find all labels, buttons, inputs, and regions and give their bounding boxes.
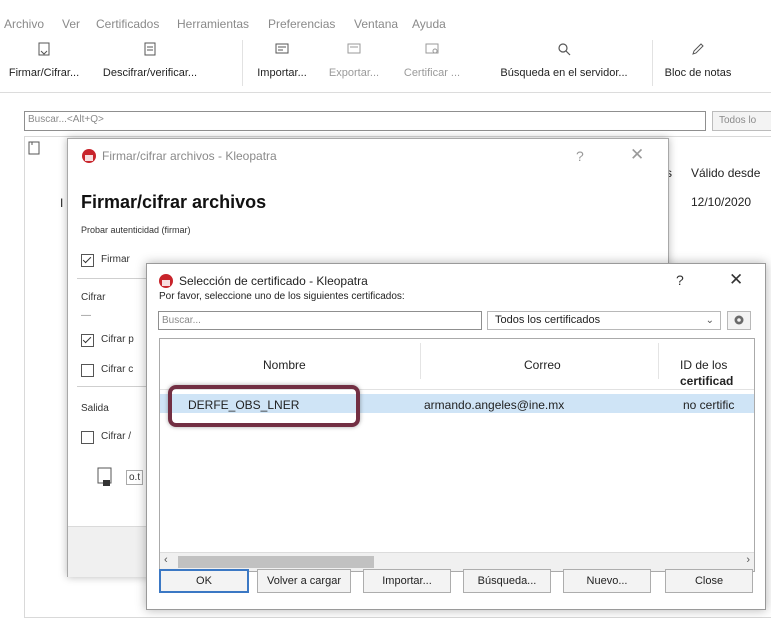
export-button[interactable]: Exportar... [318,34,390,92]
encrypt-other-label: Cifrar c [101,364,134,375]
search-icon [558,43,571,56]
main-filter-select[interactable]: Todos lo [712,111,771,131]
output-checkbox[interactable] [81,431,94,444]
configure-button[interactable] [727,311,751,330]
encrypt-section-label: Cifrar [81,292,106,303]
certificate-selection-dialog: Selección de certificado - Kleopatra ? ✕… [146,263,766,610]
main-search-input[interactable] [24,111,706,131]
certificate-search-placeholder: Buscar... [162,315,201,326]
certificate-filter-select[interactable]: Todos los certificados ⌄ [487,311,721,330]
column-id-sub: certificad [680,374,734,388]
output-file-field[interactable]: o.t [126,470,144,485]
certificate-table[interactable]: Nombre Correo ID de los certificad DERFE… [159,338,755,572]
output-checkbox-label: Cifrar / [101,431,131,442]
help-icon[interactable]: ? [576,148,584,164]
menu-bar: Archivo Ver Certificados Herramientas Pr… [0,0,771,35]
export-label: Exportar... [328,67,380,79]
column-id[interactable]: ID de los [680,358,727,372]
new-button[interactable]: Nuevo... [563,569,651,593]
toolbar-separator [242,40,243,86]
row-fragment: I [60,196,64,210]
ok-button[interactable]: OK [159,569,249,593]
close-icon[interactable]: ✕ [729,270,743,290]
row-id: no certific [683,398,735,412]
help-icon[interactable]: ? [676,272,684,288]
dialog-heading: Firmar/cifrar archivos [81,192,267,212]
server-search-button[interactable]: Búsqueda en el servidor... [476,34,652,92]
column-separator [658,343,659,379]
main-search-placeholder: Buscar...<Alt+Q> [28,114,104,125]
sign-encrypt-button[interactable]: Firmar/Cifrar... [0,34,88,92]
menu-preferencias[interactable]: Preferencias [268,17,335,31]
encrypt-dash: — [81,310,91,321]
sign-section-label: Probar autenticidad (firmar) [81,225,191,235]
sign-encrypt-label: Firmar/Cifrar... [8,67,80,79]
gear-icon [734,315,744,325]
reload-button[interactable]: Volver a cargar [257,569,351,593]
search-button[interactable]: Búsqueda... [463,569,551,593]
column-name[interactable]: Nombre [263,358,306,372]
certificate-search-input[interactable] [158,311,482,330]
decrypt-verify-button[interactable]: Descifrar/verificar... [90,34,210,92]
notepad-button[interactable]: Bloc de notas [656,34,740,92]
menu-ver[interactable]: Ver [62,17,80,31]
document-icon [28,141,40,155]
decrypt-verify-label: Descifrar/verificar... [102,67,198,79]
import-button[interactable]: Importar... [248,34,316,92]
menu-certificados[interactable]: Certificados [96,17,159,31]
menu-ventana[interactable]: Ventana [354,17,398,31]
output-section-label: Salida [81,403,109,414]
divider [77,386,155,387]
close-button[interactable]: Close [665,569,753,593]
divider [77,278,155,279]
row-valid-date: 12/10/2020 [691,195,752,209]
menu-ayuda[interactable]: Ayuda [412,17,446,31]
column-valid-from: Válido desde [691,166,761,180]
decrypt-verify-icon [144,42,156,56]
export-icon [347,43,361,54]
dialog-title: Selección de certificado - Kleopatra [179,274,368,288]
column-email[interactable]: Correo [524,358,561,372]
scrollbar-thumb[interactable] [178,556,374,568]
table-header: Nombre Correo ID de los certificad [160,339,754,390]
highlight-annotation [168,385,360,427]
locked-file-icon [97,467,112,486]
import-label: Importar... [257,67,307,79]
sign-checkbox[interactable] [81,254,94,267]
server-search-label: Búsqueda en el servidor... [500,67,628,79]
kleopatra-app-icon [159,274,173,288]
import-icon [275,43,289,54]
scroll-right-icon[interactable]: › [746,554,750,566]
scroll-left-icon[interactable]: ‹ [164,554,168,566]
notepad-label: Bloc de notas [664,67,732,79]
toolbar: Firmar/Cifrar... Descifrar/verificar... … [0,34,771,93]
encrypt-for-me-label: Cifrar p [101,334,134,345]
certify-icon [425,43,439,54]
sign-checkbox-label: Firmar [101,254,130,265]
menu-archivo[interactable]: Archivo [4,17,44,31]
certify-button[interactable]: Certificar ... [394,34,470,92]
menu-herramientas[interactable]: Herramientas [177,17,249,31]
column-separator [420,343,421,379]
chevron-down-icon: ⌄ [705,315,714,326]
toolbar-separator [652,40,653,86]
pencil-icon [692,43,704,55]
import-button[interactable]: Importar... [363,569,451,593]
kleopatra-app-icon [82,149,96,163]
row-email: armando.angeles@ine.mx [424,398,565,412]
sign-encrypt-icon [38,42,50,56]
encrypt-other-checkbox[interactable] [81,364,94,377]
close-icon[interactable]: ✕ [630,145,644,165]
dialog-title: Firmar/cifrar archivos - Kleopatra [102,149,277,163]
filter-value: Todos los certificados [495,314,601,326]
encrypt-for-me-checkbox[interactable] [81,334,94,347]
selection-prompt: Por favor, seleccione uno de los siguien… [159,291,405,302]
certify-label: Certificar ... [403,67,461,79]
